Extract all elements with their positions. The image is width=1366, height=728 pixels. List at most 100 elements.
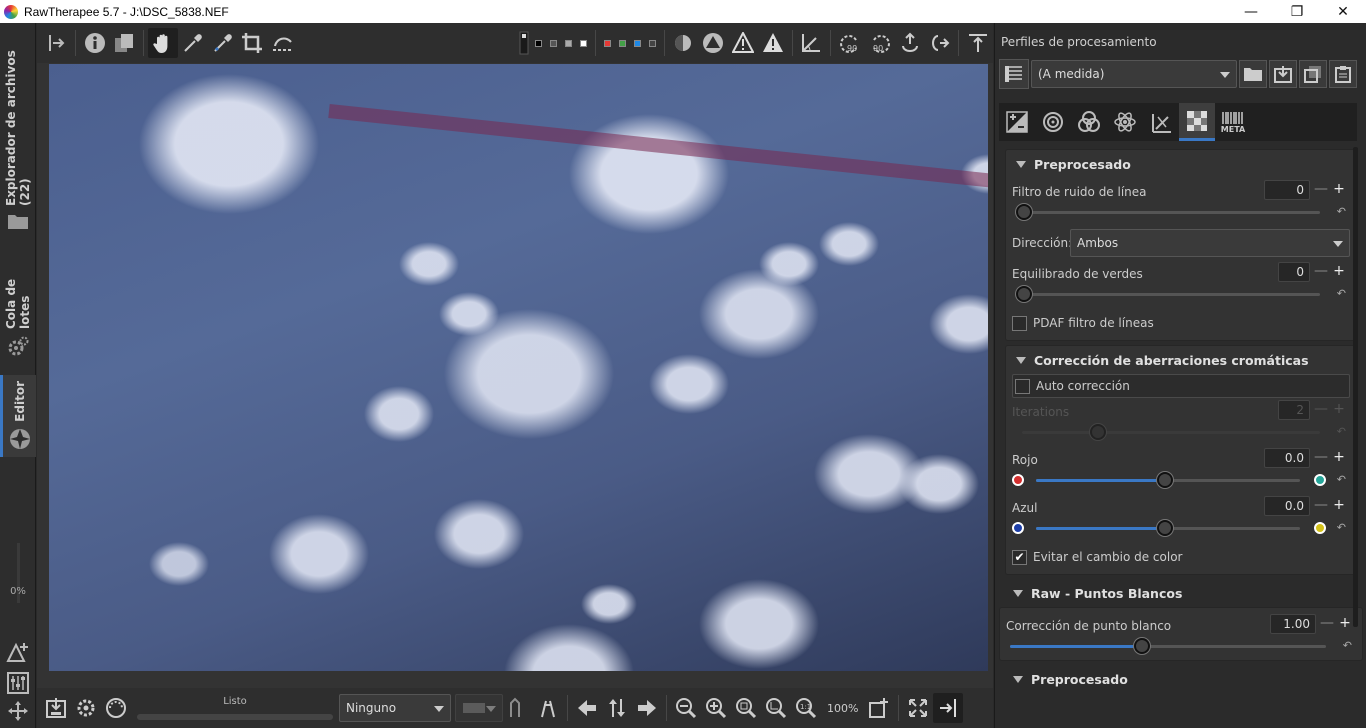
reset-icon[interactable]: ↶ bbox=[1343, 639, 1352, 652]
red-knob[interactable] bbox=[1157, 472, 1173, 488]
straighten-icon[interactable] bbox=[267, 28, 297, 58]
rotate-right-icon[interactable]: 90 bbox=[865, 28, 895, 58]
shadow-warning-icon[interactable] bbox=[758, 28, 788, 58]
tab-detail-icon[interactable] bbox=[1035, 103, 1071, 141]
pdaf-row[interactable]: PDAF filtro de líneas bbox=[1012, 308, 1350, 338]
pdaf-checkbox[interactable] bbox=[1012, 315, 1027, 331]
tab-raw-icon[interactable] bbox=[1179, 103, 1215, 141]
toggle-history-panel-icon[interactable] bbox=[41, 28, 71, 58]
shadow-clipping-icon[interactable] bbox=[698, 28, 728, 58]
highlight-warning-icon[interactable] bbox=[728, 28, 758, 58]
rank-icon[interactable] bbox=[503, 693, 533, 723]
line-noise-knob[interactable] bbox=[1016, 204, 1032, 220]
rotate-left-icon[interactable]: 90 bbox=[835, 28, 865, 58]
line-noise-decrement[interactable]: — bbox=[1314, 180, 1328, 200]
tab-file-browser[interactable]: Explorador de archivos (22) bbox=[0, 33, 36, 233]
green-eq-decrement[interactable]: — bbox=[1314, 262, 1328, 282]
zoom-out-icon[interactable] bbox=[671, 693, 701, 723]
white-point-knob[interactable] bbox=[1134, 638, 1150, 654]
white-point-value[interactable]: 1.00 bbox=[1270, 614, 1316, 634]
blue-value[interactable]: 0.0 bbox=[1264, 496, 1310, 516]
channel-green-swatch[interactable] bbox=[618, 39, 626, 47]
flip-vertical-icon[interactable] bbox=[925, 28, 955, 58]
line-noise-slider[interactable] bbox=[1022, 211, 1320, 214]
save-profile-icon[interactable] bbox=[1269, 60, 1297, 88]
white-balance-picker-icon[interactable] bbox=[208, 28, 238, 58]
preview-dark-swatch[interactable] bbox=[549, 39, 557, 47]
adjusters-icon[interactable] bbox=[6, 671, 30, 698]
green-eq-slider[interactable] bbox=[1022, 293, 1320, 296]
rotate-angle-icon[interactable] bbox=[797, 28, 827, 58]
minimize-button[interactable]: — bbox=[1228, 0, 1274, 23]
focus-mask-icon[interactable] bbox=[669, 28, 699, 58]
tool-panel-scroll[interactable]: Preprocesado Filtro de ruido de línea 0 … bbox=[999, 147, 1363, 728]
tab-exposure-icon[interactable] bbox=[999, 103, 1035, 141]
profile-combo[interactable]: (A medida) bbox=[1031, 60, 1237, 88]
paste-profile-icon[interactable] bbox=[1329, 60, 1357, 88]
before-after-icon[interactable] bbox=[109, 28, 139, 58]
avoid-shift-row[interactable]: ✔ Evitar el cambio de color bbox=[1012, 542, 1350, 572]
auto-correction-checkbox[interactable] bbox=[1015, 378, 1030, 394]
send-to-editor-icon[interactable] bbox=[101, 693, 131, 723]
preview-light-swatch[interactable] bbox=[564, 39, 572, 47]
white-point-slider[interactable] bbox=[1010, 645, 1326, 648]
move-icon[interactable] bbox=[6, 699, 30, 726]
preview-white-swatch[interactable] bbox=[579, 39, 587, 47]
profile-list-icon[interactable] bbox=[999, 59, 1029, 89]
green-eq-knob[interactable] bbox=[1016, 286, 1032, 302]
close-button[interactable]: ✕ bbox=[1320, 0, 1366, 23]
flip-horizontal-icon[interactable] bbox=[895, 28, 925, 58]
tab-metadata-icon[interactable]: META bbox=[1215, 103, 1251, 141]
preprocesado2-header[interactable]: Preprocesado bbox=[999, 665, 1363, 693]
queue-image-icon[interactable] bbox=[71, 693, 101, 723]
maximize-button[interactable]: ❐ bbox=[1274, 0, 1320, 23]
reset-icon[interactable]: ↶ bbox=[1337, 473, 1346, 486]
new-label-icon[interactable] bbox=[6, 641, 30, 666]
blue-increment[interactable]: + bbox=[1332, 496, 1346, 516]
preview-mode-icon[interactable] bbox=[517, 28, 531, 58]
next-image-icon[interactable] bbox=[632, 693, 662, 723]
reset-icon[interactable]: ↶ bbox=[1337, 287, 1346, 300]
red-increment[interactable]: + bbox=[1332, 448, 1346, 468]
tab-color-icon[interactable] bbox=[1071, 103, 1107, 141]
red-decrement[interactable]: — bbox=[1314, 448, 1328, 468]
line-noise-increment[interactable]: + bbox=[1332, 180, 1346, 200]
toggle-right-panel-icon[interactable] bbox=[963, 28, 993, 58]
preview-black-swatch[interactable] bbox=[534, 39, 542, 47]
zoom-100-icon[interactable]: 1:1 bbox=[791, 693, 821, 723]
save-image-icon[interactable] bbox=[41, 693, 71, 723]
zoom-in-icon[interactable] bbox=[701, 693, 731, 723]
crop-icon[interactable] bbox=[237, 28, 267, 58]
open-profile-icon[interactable] bbox=[1239, 60, 1267, 88]
green-eq-value[interactable]: 0 bbox=[1278, 262, 1310, 282]
color-picker-icon[interactable] bbox=[178, 28, 208, 58]
info-icon[interactable] bbox=[80, 28, 110, 58]
tool-panel-scrollbar[interactable] bbox=[1353, 147, 1358, 627]
tab-editor[interactable]: Editor bbox=[0, 375, 36, 457]
toggle-panels-icon[interactable] bbox=[933, 693, 964, 723]
blue-knob[interactable] bbox=[1157, 520, 1173, 536]
sync-icon[interactable] bbox=[602, 693, 632, 723]
zoom-fit-icon[interactable] bbox=[731, 693, 761, 723]
tab-transform-icon[interactable] bbox=[1143, 103, 1179, 141]
ca-header[interactable]: Corrección de aberraciones cromáticas bbox=[1006, 346, 1356, 374]
hand-tool-icon[interactable] bbox=[148, 28, 178, 58]
copy-profile-icon[interactable] bbox=[1299, 60, 1327, 88]
white-points-header[interactable]: Raw - Puntos Blancos bbox=[999, 579, 1363, 607]
white-point-decrement[interactable]: — bbox=[1320, 614, 1334, 634]
avoid-shift-checkbox[interactable]: ✔ bbox=[1012, 549, 1027, 565]
channel-blue-swatch[interactable] bbox=[633, 39, 641, 47]
previous-image-icon[interactable] bbox=[572, 693, 602, 723]
auto-correction-row[interactable]: Auto corrección bbox=[1012, 374, 1350, 398]
reset-icon[interactable]: ↶ bbox=[1337, 521, 1346, 534]
channel-luminance-swatch[interactable] bbox=[648, 39, 656, 47]
channel-red-swatch[interactable] bbox=[603, 39, 611, 47]
fullscreen-icon[interactable] bbox=[903, 693, 933, 723]
red-value[interactable]: 0.0 bbox=[1264, 448, 1310, 468]
line-noise-value[interactable]: 0 bbox=[1264, 180, 1310, 200]
new-detail-window-icon[interactable] bbox=[864, 693, 894, 723]
blue-decrement[interactable]: — bbox=[1314, 496, 1328, 516]
trash-icon[interactable] bbox=[533, 693, 563, 723]
green-eq-increment[interactable]: + bbox=[1332, 262, 1346, 282]
image-preview[interactable] bbox=[49, 64, 988, 671]
